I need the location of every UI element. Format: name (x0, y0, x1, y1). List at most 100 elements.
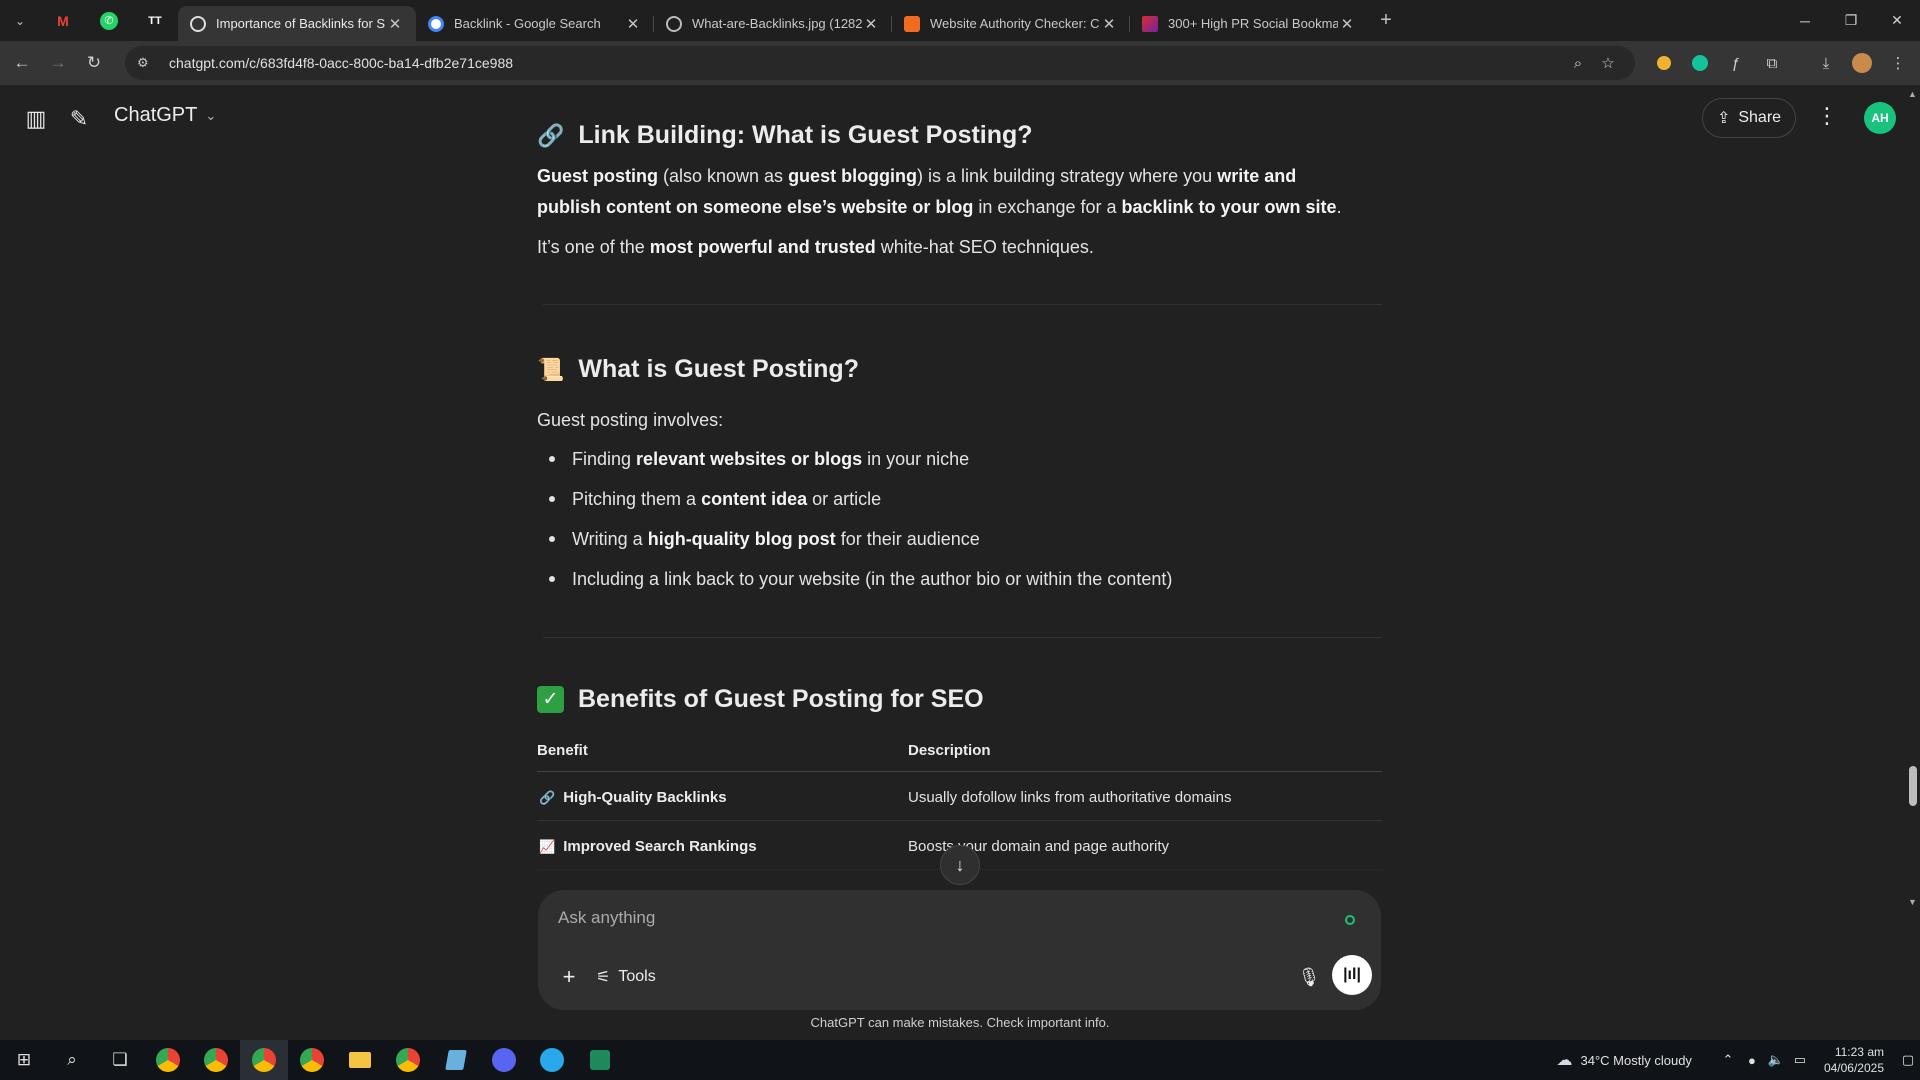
tab-image[interactable]: What-are-Backlinks.jpg (1282× ✕ (654, 6, 892, 41)
pinned-tab-whatsapp[interactable]: ✆ (86, 0, 132, 41)
guest-posting-definition: Guest posting (also known as guest blogg… (537, 166, 1342, 217)
waveform-icon: |ıl| (1343, 966, 1361, 983)
page-scrollbar[interactable]: ▲ ▼ (1906, 85, 1920, 1040)
close-window-icon[interactable]: ✕ (1874, 0, 1920, 41)
grammarly-icon[interactable] (1682, 41, 1718, 85)
scroll-up-icon[interactable]: ▲ (1908, 89, 1917, 99)
sidebar-toggle-icon[interactable]: ▥ (20, 103, 52, 135)
divider (543, 637, 1382, 638)
restore-icon[interactable]: ❐ (1828, 0, 1874, 41)
tab-title: 300+ High PR Social Bookmark (1168, 16, 1338, 31)
whatsapp-icon: ✆ (100, 11, 118, 30)
tab-social-bookmark[interactable]: 300+ High PR Social Bookmark ✕ (1130, 6, 1368, 41)
tab-search-button[interactable]: ⌄ (0, 0, 40, 41)
sliders-icon: ⚟ (596, 969, 611, 986)
tab-authority-checker[interactable]: Website Authority Checker: Ch ✕ (892, 6, 1130, 41)
pinned-tab-tt[interactable]: TT (132, 0, 178, 41)
windows-start-icon[interactable]: ⊞ (0, 1040, 48, 1080)
gmail-icon: M (57, 12, 69, 29)
tab-google-search[interactable]: Backlink - Google Search ✕ (416, 6, 654, 41)
extensions-puzzle-icon[interactable]: ⧉ (1754, 41, 1790, 85)
more-options-icon[interactable]: ⋮ (1815, 103, 1839, 133)
tools-button[interactable]: ⚟ Tools (596, 962, 656, 992)
clock[interactable]: 11:23 am 04/06/2025 (1824, 1044, 1884, 1076)
scroll-to-bottom-button[interactable]: ↓ (940, 845, 980, 885)
share-icon: ⇪ (1716, 110, 1731, 127)
browser-menu-icon[interactable]: ⋮ (1880, 41, 1916, 85)
system-tray: ☁ 34°C Mostly cloudy ⌃ ● 🔈 ▭ 11:23 am 04… (1557, 1040, 1920, 1080)
minimize-icon[interactable]: ─ (1782, 0, 1828, 41)
avatar[interactable]: AH (1864, 102, 1896, 134)
site-info-icon[interactable]: ⚙ (137, 55, 157, 71)
list-item: Pitching them a content idea or article (537, 487, 1367, 527)
back-icon[interactable]: ← (4, 45, 40, 81)
chatgpt-icon (190, 15, 206, 32)
scrollbar-thumb[interactable] (1909, 766, 1917, 806)
prompt-input[interactable] (558, 904, 1318, 932)
close-icon[interactable]: ✕ (1100, 15, 1118, 33)
share-button[interactable]: ⇪ Share (1702, 98, 1796, 138)
chrome-icon[interactable] (384, 1040, 432, 1080)
task-view-icon[interactable]: ❏ (96, 1040, 144, 1080)
notes-app-icon[interactable] (432, 1040, 480, 1080)
tab-title: Backlink - Google Search (454, 16, 601, 31)
microphone-icon[interactable]: ● (1740, 1053, 1764, 1068)
weather-widget[interactable]: ☁ 34°C Mostly cloudy (1557, 1050, 1692, 1070)
guest-posting-summary: It’s one of the most powerful and truste… (537, 237, 1094, 257)
tools-label: Tools (618, 968, 656, 985)
network-icon[interactable]: ▭ (1788, 1052, 1812, 1068)
tab-title: Importance of Backlinks for SEO (216, 16, 386, 31)
zoom-icon[interactable]: ⌕ (1563, 55, 1593, 72)
voice-mode-button[interactable]: |ıl| (1332, 955, 1372, 995)
new-chat-icon[interactable]: ✎ (63, 103, 95, 135)
share-label: Share (1738, 109, 1782, 126)
close-icon[interactable]: ✕ (386, 15, 404, 33)
bookmark-star-icon[interactable]: ☆ (1593, 54, 1623, 72)
window-controls: ─ ❐ ✕ (1782, 0, 1920, 41)
notifications-icon[interactable]: ▢ (1896, 1052, 1920, 1068)
file-explorer-icon[interactable] (336, 1040, 384, 1080)
terminal-app-icon[interactable] (576, 1040, 624, 1080)
search-icon[interactable]: ⌕ (48, 1040, 96, 1080)
chevron-down-icon: ⌄ (205, 107, 217, 123)
url-text: chatgpt.com/c/683fd4f8-0acc-800c-ba14-df… (169, 55, 514, 71)
download-icon[interactable]: ⤓ (1808, 41, 1844, 85)
chevron-up-icon[interactable]: ⌃ (1716, 1052, 1740, 1068)
scroll-icon: 📜 (537, 356, 565, 382)
close-icon[interactable]: ✕ (624, 15, 642, 33)
new-tab-button[interactable]: + (1368, 0, 1404, 41)
profile-icon[interactable] (1844, 41, 1880, 85)
list-item: Including a link back to your website (i… (537, 567, 1367, 607)
forward-icon[interactable]: → (40, 45, 76, 81)
discord-icon[interactable] (480, 1040, 528, 1080)
chrome-icon[interactable] (240, 1040, 288, 1080)
close-icon[interactable]: ✕ (862, 15, 880, 33)
reload-icon[interactable]: ↻ (76, 45, 112, 81)
add-attachment-button[interactable]: + (552, 960, 586, 994)
chrome-icon[interactable] (192, 1040, 240, 1080)
link-icon: 🔗 (537, 122, 565, 148)
section-heading-what-is: 📜 What is Guest Posting? (537, 355, 859, 383)
volume-icon[interactable]: 🔈 (1764, 1052, 1788, 1068)
table-row: 🔗 High-Quality Backlinks Usually dofollow… (537, 772, 1382, 821)
model-selector[interactable]: ChatGPT ⌄ (114, 104, 216, 127)
formula-icon[interactable]: ƒ (1718, 41, 1754, 85)
extension-icon[interactable] (1646, 41, 1682, 85)
browser-toolbar: ← → ↻ ⚙ chatgpt.com/c/683fd4f8-0acc-800c… (0, 41, 1920, 85)
chart-increasing-icon: 📈 (539, 838, 556, 854)
scroll-down-icon[interactable]: ▼ (1908, 897, 1917, 907)
pinned-tab-gmail[interactable]: M (40, 0, 86, 41)
taskbar: ⊞ ⌕ ❏ ☁ 34°C Mostly cloudy ⌃ ● 🔈 ▭ 11:23… (0, 1040, 1920, 1080)
chat-message: 🔗 Link Building: What is Guest Posting? … (537, 85, 1382, 885)
telegram-icon[interactable] (528, 1040, 576, 1080)
cloud-icon: ☁ (1556, 1052, 1573, 1069)
chrome-icon[interactable] (144, 1040, 192, 1080)
chrome-icon[interactable] (288, 1040, 336, 1080)
divider (543, 304, 1382, 305)
close-icon[interactable]: ✕ (1338, 15, 1356, 33)
microphone-icon[interactable]: 🎙 (1292, 960, 1326, 994)
address-bar[interactable]: ⚙ chatgpt.com/c/683fd4f8-0acc-800c-ba14-… (125, 46, 1635, 80)
tab-chatgpt[interactable]: Importance of Backlinks for SEO ✕ (178, 6, 416, 41)
google-icon (428, 15, 444, 32)
arrow-icon (1142, 15, 1158, 32)
